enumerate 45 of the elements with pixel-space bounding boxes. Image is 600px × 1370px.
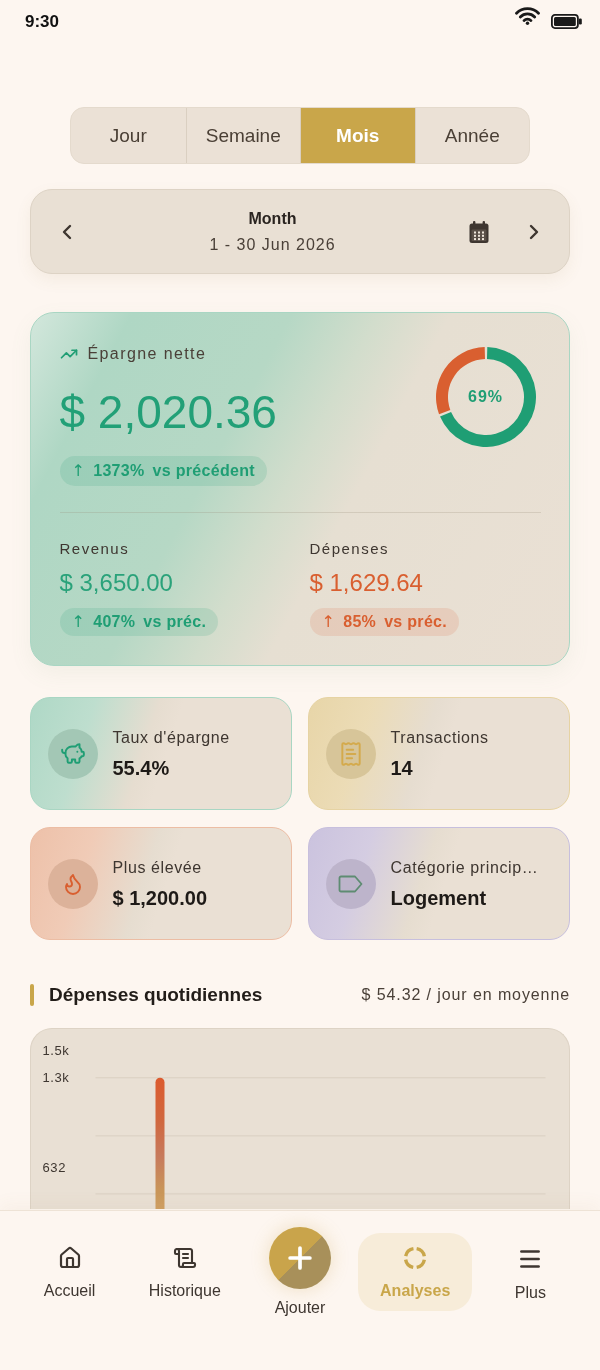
battery-icon (551, 14, 582, 29)
home-icon (57, 1246, 82, 1270)
change-label: vs préc. (143, 611, 207, 632)
axis-label: 1.5k (42, 1042, 70, 1058)
nav-item[interactable]: Ajouter (255, 1227, 345, 1318)
stat-value: $ 1,200.00 (112, 885, 208, 910)
change-percent: 1373% (93, 461, 145, 481)
axis-label: 632 (42, 1159, 66, 1175)
change-label: vs précédent (152, 461, 255, 481)
income-amount: $ 3,650.00 (59, 568, 173, 598)
nav-item[interactable]: Accueil (12, 1233, 127, 1311)
summary-label: Épargne nette (87, 344, 207, 364)
stat-label: Catégorie princip… (390, 857, 539, 878)
scroll-icon (172, 1246, 197, 1270)
expenses-label: Dépenses (309, 540, 390, 558)
wifi-icon (515, 7, 540, 25)
date-range: 1 - 30 Jun 2026 (209, 234, 336, 255)
period-tab[interactable]: Année (414, 108, 529, 163)
stat-label: Plus élevée (112, 857, 203, 878)
period-title: Month (248, 208, 297, 229)
change-percent: 85% (343, 611, 377, 632)
axis-label: 1.3k (42, 1069, 70, 1085)
nav-item[interactable]: Plus (473, 1233, 588, 1311)
percent-label: 69% (468, 387, 503, 407)
plus-icon (269, 1227, 331, 1289)
daily-average: $ 54.32 / jour en moyenne (361, 985, 570, 1005)
period-tab[interactable]: Jour (71, 108, 186, 163)
section-title: Dépenses quotidiennes (49, 983, 263, 1007)
trend-arrow: ↑ (321, 611, 336, 632)
change-label: vs préc. (384, 611, 448, 632)
trend-arrow: ↑ (71, 461, 86, 481)
change-percent: 407% (93, 611, 136, 632)
stat-value: 55.4% (112, 755, 171, 780)
nav-item[interactable]: Historique (127, 1233, 242, 1311)
status-time: 9:30 (25, 12, 60, 32)
stat-value: 14 (390, 755, 414, 780)
accent-bar (30, 984, 34, 1006)
donut-chart-icon (403, 1246, 428, 1270)
net-savings-amount: $ 2,020.36 (59, 385, 277, 439)
stat-label: Transactions (390, 727, 489, 748)
expenses-amount: $ 1,629.64 (309, 568, 423, 598)
trend-arrow: ↑ (71, 611, 86, 632)
income-label: Revenus (59, 540, 130, 558)
stat-label: Taux d'épargne (112, 727, 230, 748)
stat-value: Logement (390, 885, 488, 910)
